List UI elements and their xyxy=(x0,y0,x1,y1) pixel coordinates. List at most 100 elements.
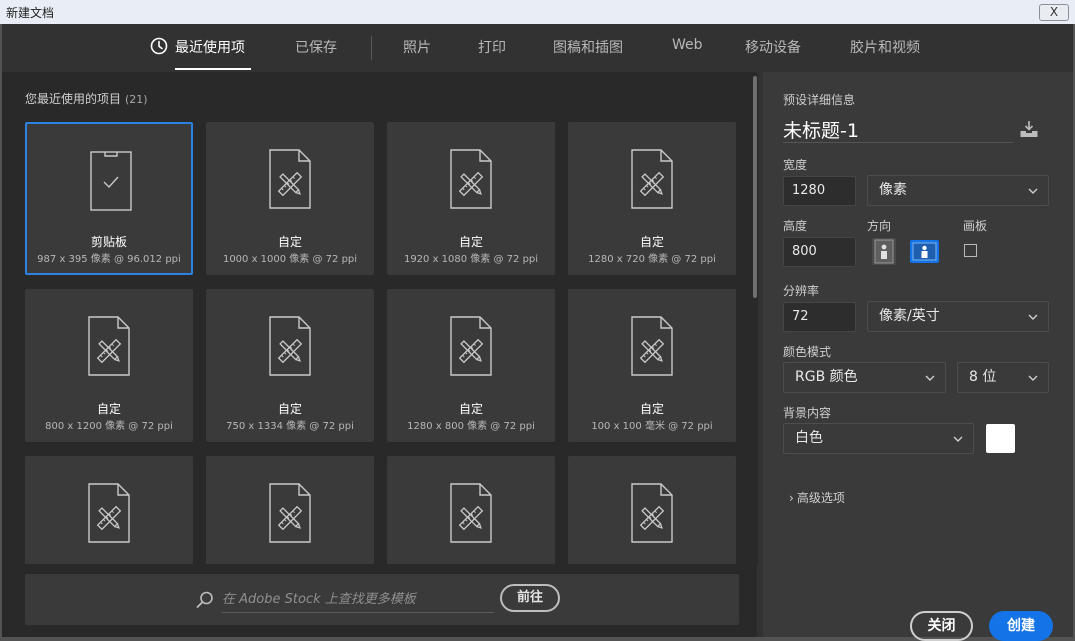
title-bar: 新建文档 X xyxy=(0,0,1075,24)
chevron-down-icon xyxy=(953,436,963,442)
card-info: 1920 x 1080 像素 @ 72 ppi xyxy=(403,254,539,265)
stock-search-input[interactable] xyxy=(222,586,494,613)
tab-print[interactable]: 打印 xyxy=(478,37,506,57)
card-info: 1280 x 720 像素 @ 72 ppi xyxy=(588,254,716,265)
category-tabs: 最近使用项 已保存 照片 打印 图稿和插图 Web 移动设备 胶片和视频 xyxy=(2,24,1073,72)
active-tab-indicator xyxy=(175,68,251,70)
card-name: 自定 xyxy=(458,235,483,249)
document-ruler-icon xyxy=(450,483,492,543)
document-ruler-icon xyxy=(269,483,311,543)
tab-recent[interactable]: 最近使用项 xyxy=(175,37,245,57)
preset-card[interactable] xyxy=(568,456,736,564)
advanced-options-toggle[interactable]: › 高级选项 xyxy=(789,489,845,506)
close-button[interactable]: 关闭 xyxy=(910,611,973,641)
search-icon xyxy=(196,591,213,608)
chevron-down-icon xyxy=(925,375,935,381)
preset-card[interactable]: 自定 1000 x 1000 像素 @ 72 ppi xyxy=(206,122,374,275)
tab-web[interactable]: Web xyxy=(672,37,703,53)
artboard-checkbox[interactable] xyxy=(964,244,977,257)
recent-items-grid: 剪贴板 987 x 395 像素 @ 96.012 ppi 自定 1000 x … xyxy=(25,122,737,564)
recent-heading: 您最近使用的项目 (21) xyxy=(25,90,148,107)
color-mode-label: 颜色模式 xyxy=(783,345,832,359)
recent-scrollbar-thumb[interactable] xyxy=(753,76,757,298)
save-preset-icon[interactable] xyxy=(1019,120,1039,138)
preset-details-panel: 预设详细信息 未标题-1 宽度 1280 像素 高度 800 方向 画板 分辨率… xyxy=(763,72,1073,641)
card-info: 987 x 395 像素 @ 96.012 ppi xyxy=(37,254,181,265)
landscape-orientation-button[interactable] xyxy=(910,240,939,263)
document-ruler-icon xyxy=(631,316,673,376)
background-label: 背景内容 xyxy=(783,406,832,420)
card-info: 1280 x 800 像素 @ 72 ppi xyxy=(407,421,535,432)
width-unit-value: 像素 xyxy=(879,182,907,198)
card-info: 750 x 1334 像素 @ 72 ppi xyxy=(226,421,354,432)
document-ruler-icon xyxy=(450,149,492,209)
card-name: 自定 xyxy=(277,402,302,416)
resolution-unit-value: 像素/英寸 xyxy=(879,308,940,324)
card-info: 100 x 100 毫米 @ 72 ppi xyxy=(591,421,713,432)
card-name: 自定 xyxy=(277,235,302,249)
clipboard-icon xyxy=(90,151,132,211)
bit-depth-value: 8 位 xyxy=(969,369,997,385)
resolution-unit-select[interactable]: 像素/英寸 xyxy=(867,301,1049,332)
height-input[interactable]: 800 xyxy=(783,237,856,267)
width-input[interactable]: 1280 xyxy=(783,176,856,206)
card-name: 自定 xyxy=(639,402,664,416)
tab-divider xyxy=(371,36,372,60)
preset-details-label: 预设详细信息 xyxy=(783,93,856,107)
chevron-down-icon xyxy=(1028,314,1038,320)
preset-card[interactable]: 自定 750 x 1334 像素 @ 72 ppi xyxy=(206,289,374,442)
tab-film-video[interactable]: 胶片和视频 xyxy=(850,37,920,57)
window-close-button[interactable]: X xyxy=(1039,4,1069,21)
background-color-swatch[interactable] xyxy=(986,424,1015,453)
document-ruler-icon xyxy=(88,483,130,543)
tab-mobile[interactable]: 移动设备 xyxy=(745,37,801,57)
portrait-orientation-button[interactable] xyxy=(872,238,896,265)
document-ruler-icon xyxy=(269,149,311,209)
window-title: 新建文档 xyxy=(6,6,55,20)
height-label: 高度 xyxy=(783,219,808,233)
width-label: 宽度 xyxy=(783,158,808,172)
card-info: 1000 x 1000 像素 @ 72 ppi xyxy=(222,254,358,265)
preset-card[interactable]: 自定 1280 x 800 像素 @ 72 ppi xyxy=(387,289,555,442)
color-mode-value: RGB 颜色 xyxy=(795,369,858,385)
advanced-options-label: 高级选项 xyxy=(796,491,845,505)
preset-card[interactable] xyxy=(387,456,555,564)
stock-go-button[interactable]: 前往 xyxy=(500,584,560,612)
resolution-input[interactable]: 72 xyxy=(783,302,856,332)
preset-card[interactable] xyxy=(206,456,374,564)
orientation-label: 方向 xyxy=(867,219,892,233)
preset-card[interactable]: 自定 1280 x 720 像素 @ 72 ppi xyxy=(568,122,736,275)
document-ruler-icon xyxy=(631,149,673,209)
create-button[interactable]: 创建 xyxy=(989,611,1053,641)
recent-count: (21) xyxy=(125,93,148,106)
chevron-down-icon xyxy=(1028,375,1038,381)
landscape-person-icon xyxy=(912,242,937,261)
chevron-right-icon: › xyxy=(789,491,794,505)
preset-card[interactable] xyxy=(25,456,193,564)
background-value: 白色 xyxy=(795,430,823,446)
card-name: 自定 xyxy=(458,402,483,416)
width-unit-select[interactable]: 像素 xyxy=(867,175,1049,206)
document-name-field[interactable]: 未标题-1 xyxy=(783,116,1013,143)
adobe-stock-bar: 前往 xyxy=(25,574,739,625)
resolution-label: 分辨率 xyxy=(783,284,820,298)
preset-card[interactable]: 自定 100 x 100 毫米 @ 72 ppi xyxy=(568,289,736,442)
bit-depth-select[interactable]: 8 位 xyxy=(957,362,1049,393)
preset-card[interactable]: 自定 800 x 1200 像素 @ 72 ppi xyxy=(25,289,193,442)
chevron-down-icon xyxy=(1028,188,1038,194)
artboard-label: 画板 xyxy=(963,219,988,233)
document-ruler-icon xyxy=(269,316,311,376)
background-select[interactable]: 白色 xyxy=(783,423,974,454)
portrait-person-icon xyxy=(874,239,894,264)
tab-photo[interactable]: 照片 xyxy=(403,37,431,57)
preset-card-clipboard[interactable]: 剪贴板 987 x 395 像素 @ 96.012 ppi xyxy=(25,122,193,275)
preset-card[interactable]: 自定 1920 x 1080 像素 @ 72 ppi xyxy=(387,122,555,275)
color-mode-select[interactable]: RGB 颜色 xyxy=(783,362,946,393)
tab-saved[interactable]: 已保存 xyxy=(295,37,337,57)
card-name: 剪贴板 xyxy=(90,235,127,249)
tab-art-illustration[interactable]: 图稿和插图 xyxy=(553,37,623,57)
card-name: 自定 xyxy=(96,402,121,416)
card-info: 800 x 1200 像素 @ 72 ppi xyxy=(45,421,173,432)
new-document-dialog: 最近使用项 已保存 照片 打印 图稿和插图 Web 移动设备 胶片和视频 您最近… xyxy=(2,24,1073,641)
document-ruler-icon xyxy=(88,316,130,376)
